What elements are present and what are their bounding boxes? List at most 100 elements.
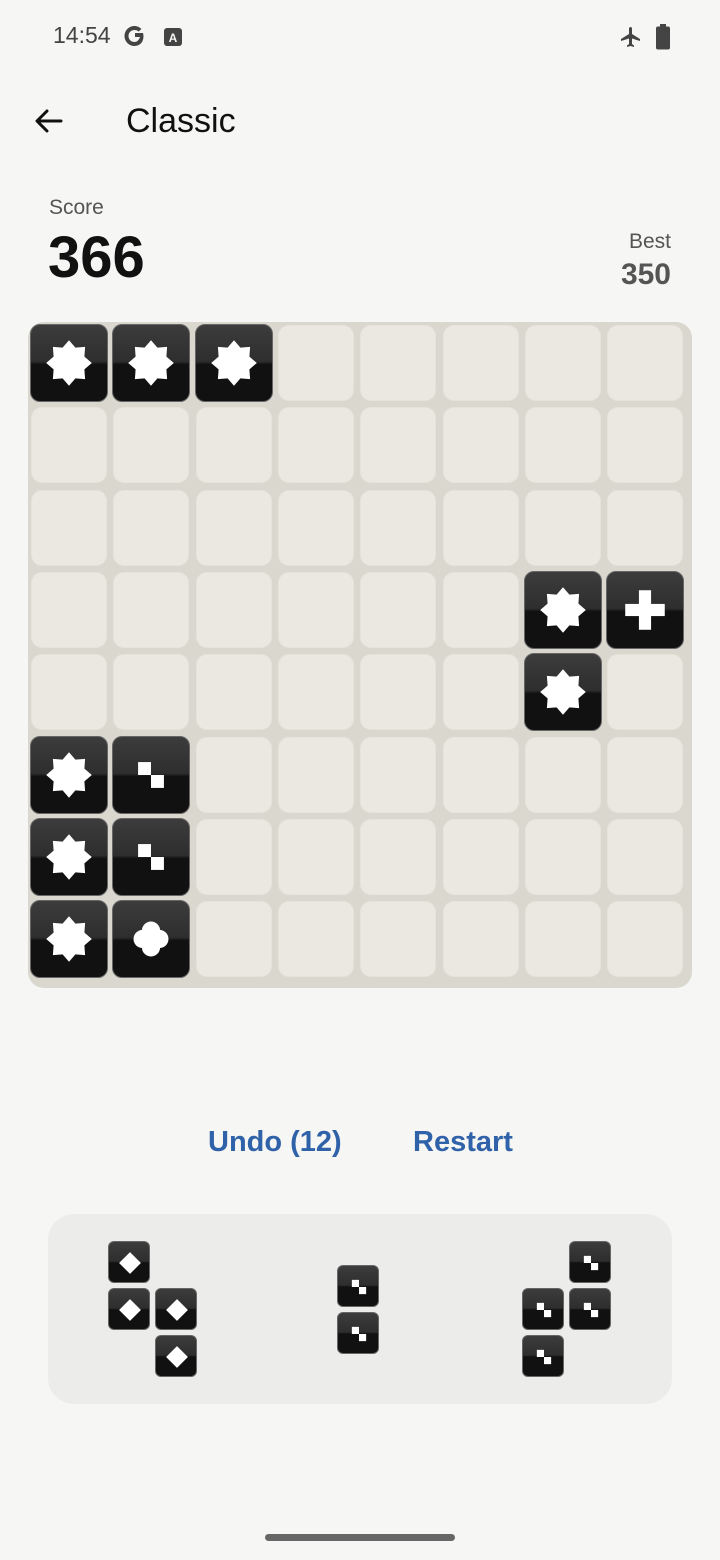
app-bar: Classic xyxy=(0,84,720,160)
board-cell[interactable] xyxy=(113,571,190,648)
board-cell[interactable] xyxy=(195,571,272,648)
board-cell[interactable] xyxy=(442,489,519,566)
board-cell[interactable] xyxy=(607,489,684,566)
board-cell[interactable] xyxy=(607,818,684,895)
board-cell[interactable] xyxy=(195,407,272,484)
board-tile-steps xyxy=(112,817,191,896)
board-tile-star xyxy=(194,324,273,402)
status-time: 14:54 xyxy=(53,22,111,48)
star-icon xyxy=(46,751,92,798)
undo-button[interactable]: Undo (12) xyxy=(200,1122,350,1163)
board-cell[interactable] xyxy=(360,407,437,484)
board-cell[interactable] xyxy=(524,818,601,895)
piece-tile-steps xyxy=(521,1288,564,1330)
board-cell[interactable] xyxy=(360,489,437,566)
board-cell[interactable] xyxy=(31,407,107,484)
board-cell[interactable] xyxy=(442,901,519,978)
board-cell[interactable] xyxy=(442,407,519,484)
board-cell[interactable] xyxy=(31,489,107,566)
board-cell[interactable] xyxy=(195,736,272,813)
controls: Undo (12) Restart xyxy=(0,1122,720,1172)
board-cell[interactable] xyxy=(113,489,190,566)
piece-tile-diamond xyxy=(154,1335,197,1377)
board-cell[interactable] xyxy=(442,654,519,731)
board-tile-star xyxy=(30,817,108,896)
board-cell[interactable] xyxy=(360,654,437,731)
page-title: Classic xyxy=(126,102,236,140)
status-bar: 14:54 A xyxy=(0,0,720,72)
board-cell[interactable] xyxy=(195,489,272,566)
piece-1[interactable] xyxy=(107,1241,197,1377)
board-cell[interactable] xyxy=(442,736,519,813)
board-cell[interactable] xyxy=(277,736,354,813)
board-cell[interactable] xyxy=(31,654,107,731)
steps-icon xyxy=(583,1302,598,1318)
board-tile-star xyxy=(523,570,602,649)
piece-tile-steps xyxy=(521,1335,564,1377)
board-cell[interactable] xyxy=(607,736,684,813)
board-cell[interactable] xyxy=(113,407,190,484)
piece-3[interactable] xyxy=(521,1241,611,1377)
piece-tile-diamond xyxy=(107,1288,150,1330)
board-cell[interactable] xyxy=(442,325,519,401)
score-label: Score xyxy=(49,196,104,219)
home-indicator[interactable] xyxy=(265,1534,455,1541)
board-cell[interactable] xyxy=(31,571,107,648)
board-cell[interactable] xyxy=(607,407,684,484)
board-cell[interactable] xyxy=(195,818,272,895)
board-cell[interactable] xyxy=(195,654,272,731)
board-cell[interactable] xyxy=(607,325,684,401)
board-tile-clover xyxy=(112,900,191,979)
game-board[interactable] xyxy=(28,322,692,988)
steps-icon xyxy=(536,1349,551,1365)
board-cell[interactable] xyxy=(360,901,437,978)
piece-tile-diamond xyxy=(154,1288,197,1330)
plus-icon xyxy=(625,590,665,630)
back-arrow-icon xyxy=(35,109,63,133)
board-cell[interactable] xyxy=(195,901,272,978)
board-cell[interactable] xyxy=(524,325,601,401)
board-cell[interactable] xyxy=(277,489,354,566)
piece-tray xyxy=(48,1214,672,1404)
steps-icon xyxy=(351,1279,367,1294)
piece-tile-steps xyxy=(337,1264,379,1307)
best-value: 350 xyxy=(620,258,671,291)
board-cell[interactable] xyxy=(607,901,684,978)
piece-tile-steps xyxy=(568,1288,611,1330)
board-cell[interactable] xyxy=(442,571,519,648)
board-tile-star xyxy=(523,653,602,732)
diamond-icon xyxy=(118,1252,141,1274)
board-cell[interactable] xyxy=(524,489,601,566)
board-cell[interactable] xyxy=(277,325,354,401)
diamond-icon xyxy=(165,1299,188,1321)
board-cell[interactable] xyxy=(277,818,354,895)
board-cell[interactable] xyxy=(277,407,354,484)
board-cell[interactable] xyxy=(524,901,601,978)
board-cell[interactable] xyxy=(277,571,354,648)
board-cell[interactable] xyxy=(360,818,437,895)
steps-icon xyxy=(583,1255,598,1271)
star-icon xyxy=(46,833,92,880)
steps-icon xyxy=(351,1326,367,1341)
board-cell[interactable] xyxy=(607,654,684,731)
clover-icon xyxy=(133,921,169,957)
board-cell[interactable] xyxy=(524,407,601,484)
board-cell[interactable] xyxy=(442,818,519,895)
restart-button[interactable]: Restart xyxy=(405,1122,521,1163)
board-cell[interactable] xyxy=(113,654,190,731)
board-cell[interactable] xyxy=(277,654,354,731)
board-cell[interactable] xyxy=(277,901,354,978)
board-cell[interactable] xyxy=(360,325,437,401)
back-button[interactable] xyxy=(20,92,78,150)
board-cell[interactable] xyxy=(360,736,437,813)
board-cell[interactable] xyxy=(360,571,437,648)
airplane-mode-icon xyxy=(621,27,640,47)
star-icon xyxy=(539,587,586,633)
piece-tile-steps xyxy=(568,1241,611,1283)
board-tile-plus xyxy=(606,570,685,649)
score-value: 366 xyxy=(48,225,145,290)
battery-icon xyxy=(656,24,670,50)
board-tile-star xyxy=(112,324,191,402)
piece-2[interactable] xyxy=(337,1264,379,1354)
board-cell[interactable] xyxy=(524,736,601,813)
